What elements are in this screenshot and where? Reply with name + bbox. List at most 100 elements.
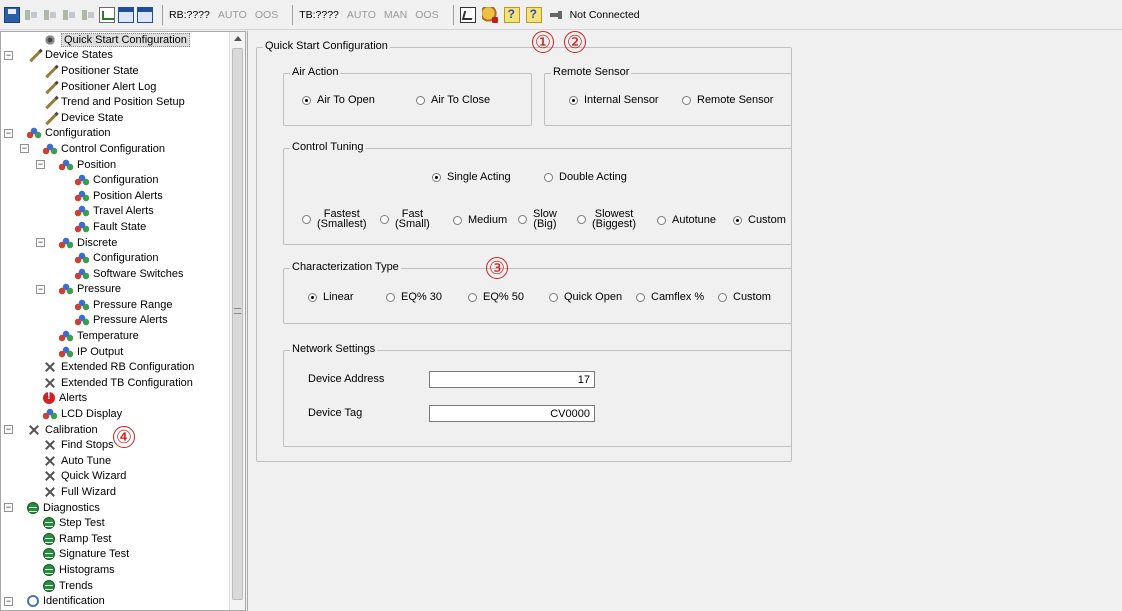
camflex-radio[interactable]: Camflex % bbox=[636, 291, 704, 303]
chart-icon[interactable] bbox=[99, 6, 115, 23]
tree-item[interactable]: Histograms bbox=[1, 562, 229, 578]
radio-dot bbox=[636, 292, 645, 302]
rb-oos-button[interactable]: OOS bbox=[255, 9, 278, 21]
tree-item[interactable]: − Configuration bbox=[1, 126, 229, 142]
tree-item[interactable]: − Discrete bbox=[1, 235, 229, 251]
collapse-icon[interactable]: − bbox=[4, 503, 13, 513]
blocks-icon bbox=[59, 283, 73, 296]
collapse-icon[interactable]: − bbox=[36, 238, 45, 248]
rb-auto-button[interactable]: AUTO bbox=[218, 9, 247, 21]
trend-graph-icon[interactable] bbox=[459, 6, 476, 23]
tree-item[interactable]: Positioner Alert Log bbox=[1, 79, 229, 95]
tree-item[interactable]: − Identification bbox=[1, 593, 229, 609]
device-tag-field[interactable]: CV0000 bbox=[429, 405, 595, 422]
tree-item[interactable]: Extended RB Configuration bbox=[1, 359, 229, 375]
tree-item[interactable]: − Pressure bbox=[1, 282, 229, 298]
scroll-up-arrow-icon[interactable] bbox=[234, 36, 242, 41]
help-icon[interactable] bbox=[503, 6, 520, 23]
tree-item[interactable]: − Device States bbox=[1, 48, 229, 64]
radio-dot bbox=[518, 214, 527, 224]
air-to-open-radio[interactable]: Air To Open bbox=[302, 94, 375, 106]
tree-item[interactable]: − Control Configuration bbox=[1, 141, 229, 157]
tree-item[interactable]: Pressure Range bbox=[1, 297, 229, 313]
tree-item[interactable]: Full Wizard bbox=[1, 484, 229, 500]
medium-radio[interactable]: Medium bbox=[453, 214, 507, 226]
collapse-icon[interactable]: − bbox=[4, 50, 13, 60]
tree-item-label: Full Wizard bbox=[61, 486, 117, 499]
tree-item[interactable]: Device State bbox=[1, 110, 229, 126]
tree-item[interactable]: Alerts bbox=[1, 390, 229, 407]
tree-item[interactable]: Fault State bbox=[1, 219, 229, 235]
tree-item-label: Identification bbox=[43, 595, 105, 608]
tree-item[interactable]: Pressure Alerts bbox=[1, 313, 229, 329]
collapse-icon[interactable]: − bbox=[20, 144, 29, 154]
tree-item[interactable]: LCD Display bbox=[1, 406, 229, 422]
tree-item[interactable]: Signature Test bbox=[1, 547, 229, 563]
tree-item[interactable]: Travel Alerts bbox=[1, 204, 229, 220]
collapse-icon[interactable]: − bbox=[4, 596, 13, 606]
tree-item[interactable]: Quick Start Configuration bbox=[1, 32, 229, 48]
internal-sensor-radio[interactable]: Internal Sensor bbox=[569, 94, 659, 106]
custom-characterization-radio[interactable]: Custom bbox=[718, 291, 771, 303]
tools-icon bbox=[43, 470, 57, 482]
tree-item[interactable]: Configuration bbox=[1, 250, 229, 266]
tree-item[interactable]: − Diagnostics bbox=[1, 500, 229, 516]
eq50-radio[interactable]: EQ% 50 bbox=[468, 291, 524, 303]
upload-icon[interactable] bbox=[23, 7, 39, 23]
tree-item-label: Signature Test bbox=[59, 548, 130, 561]
slow-radio[interactable]: Slow (Big) bbox=[518, 209, 557, 230]
tree-item[interactable]: Auto Tune bbox=[1, 453, 229, 469]
device-address-field[interactable]: 17 bbox=[429, 371, 595, 388]
tree-item[interactable]: Ramp Test bbox=[1, 531, 229, 547]
tree-item[interactable]: Positioner State bbox=[1, 63, 229, 79]
collapse-icon[interactable]: − bbox=[4, 128, 13, 138]
tree-item[interactable]: Trends bbox=[1, 578, 229, 594]
double-acting-radio[interactable]: Double Acting bbox=[544, 171, 627, 183]
tree-item[interactable]: Position Alerts bbox=[1, 188, 229, 204]
collapse-icon[interactable]: − bbox=[36, 160, 45, 170]
eq30-radio[interactable]: EQ% 30 bbox=[386, 291, 442, 303]
window-alt-icon[interactable] bbox=[137, 6, 153, 23]
single-acting-radio[interactable]: Single Acting bbox=[432, 171, 511, 183]
tree-item-label: Configuration bbox=[45, 127, 111, 140]
radio-dot bbox=[569, 95, 578, 105]
collapse-icon[interactable]: − bbox=[4, 425, 13, 435]
save-icon[interactable] bbox=[4, 6, 20, 23]
tree-item[interactable]: − Position bbox=[1, 157, 229, 173]
radio-dot bbox=[718, 292, 727, 302]
toolbar-separator bbox=[452, 4, 454, 25]
connection-status: Not Connected bbox=[569, 8, 640, 21]
air-to-close-radio[interactable]: Air To Close bbox=[416, 94, 490, 106]
tree-item[interactable]: Trend and Position Setup bbox=[1, 94, 229, 110]
hand-stop-icon[interactable] bbox=[481, 6, 498, 23]
tree-item[interactable]: Temperature bbox=[1, 328, 229, 344]
window-icon[interactable] bbox=[118, 6, 134, 23]
tree-item[interactable]: IP Output bbox=[1, 344, 229, 360]
tb-auto-button[interactable]: AUTO bbox=[347, 9, 376, 21]
tree-item[interactable]: Extended TB Configuration bbox=[1, 375, 229, 391]
tree-item-label: LCD Display bbox=[61, 408, 123, 421]
custom-tuning-radio[interactable]: Custom bbox=[733, 214, 786, 226]
fastest-radio[interactable]: Fastest (Smallest) bbox=[302, 209, 367, 230]
tree-item[interactable]: Step Test bbox=[1, 515, 229, 531]
tb-oos-button[interactable]: OOS bbox=[415, 9, 438, 21]
tree-scrollbar[interactable] bbox=[229, 32, 245, 610]
fast-radio[interactable]: Fast (Small) bbox=[380, 209, 430, 230]
slowest-radio[interactable]: Slowest (Biggest) bbox=[577, 209, 636, 230]
collapse-icon[interactable]: − bbox=[36, 284, 45, 294]
tree-item[interactable]: Quick Wizard bbox=[1, 469, 229, 485]
scrollbar-thumb[interactable] bbox=[232, 48, 243, 600]
linear-radio[interactable]: Linear bbox=[308, 291, 354, 303]
download-all-icon[interactable] bbox=[80, 7, 96, 23]
download-icon[interactable] bbox=[42, 7, 58, 23]
tree-item[interactable]: Configuration bbox=[1, 172, 229, 188]
connect-icon[interactable] bbox=[547, 6, 564, 23]
tree-item[interactable]: Software Switches bbox=[1, 266, 229, 282]
autotune-radio[interactable]: Autotune bbox=[657, 214, 716, 226]
context-help-icon[interactable] bbox=[525, 6, 542, 23]
radio-label: Internal Sensor bbox=[584, 94, 659, 106]
tb-man-button[interactable]: MAN bbox=[384, 9, 407, 21]
quick-open-radio[interactable]: Quick Open bbox=[549, 291, 622, 303]
upload-all-icon[interactable] bbox=[61, 7, 77, 23]
remote-sensor-radio[interactable]: Remote Sensor bbox=[682, 94, 773, 106]
